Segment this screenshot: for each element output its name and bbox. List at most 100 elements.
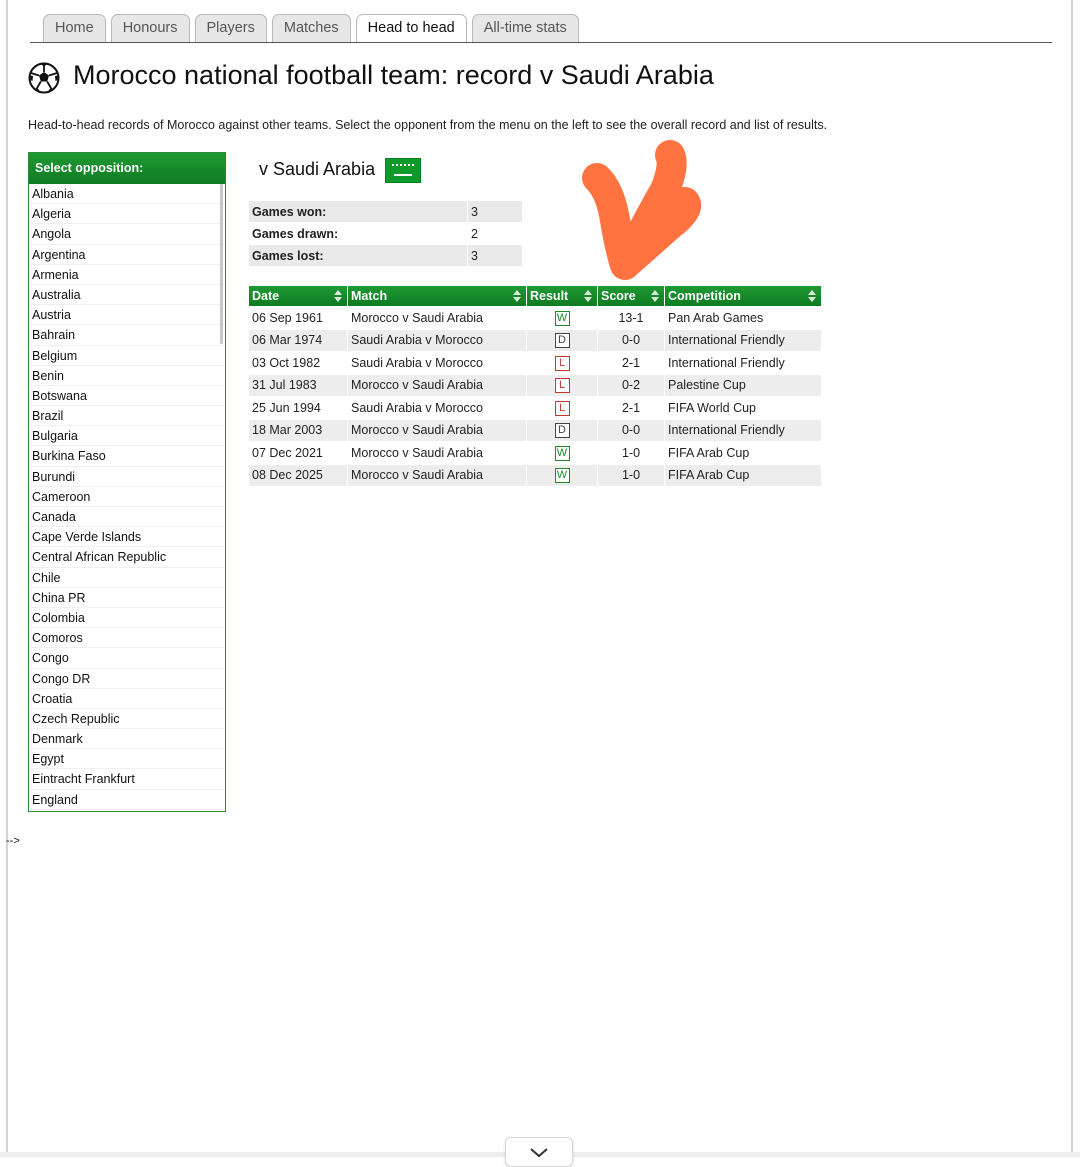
score-cell: 2-1 [621, 355, 641, 370]
sidebar-item[interactable]: Colombia [29, 608, 225, 629]
results-table: Date Match Result Score Competition 06 S… [248, 285, 822, 487]
hand-drawn-checkmark-icon [582, 140, 701, 280]
match-cell: Morocco v Saudi Arabia [351, 445, 484, 460]
sidebar-item[interactable]: Albania [29, 184, 225, 205]
sort-icon [513, 290, 521, 302]
tab-head-to-head[interactable]: Head to head [355, 14, 467, 43]
page-border-right [1071, 0, 1073, 1157]
result-badge: L [554, 355, 570, 371]
result-cell: L [527, 397, 597, 419]
header-label: Result [530, 289, 569, 303]
tab-all-time-stats[interactable]: All-time stats [471, 14, 579, 42]
match-cell: Morocco v Saudi Arabia [348, 374, 526, 396]
sidebar-item[interactable]: Cape Verde Islands [29, 527, 225, 548]
match-cell: Morocco v Saudi Arabia [348, 464, 526, 486]
result-cell: D [527, 419, 597, 441]
result-badge: W [554, 310, 570, 326]
sort-icon [584, 290, 592, 302]
page-title: Morocco national football team: record v… [73, 60, 714, 90]
tab-matches[interactable]: Matches [271, 14, 351, 42]
sidebar-item[interactable]: China PR [29, 588, 225, 608]
sidebar-item[interactable]: Croatia [29, 689, 225, 709]
sidebar-item[interactable]: Bahrain [29, 325, 225, 346]
competition-cell: FIFA Arab Cup [665, 464, 821, 486]
sidebar-item[interactable]: Algeria [29, 204, 225, 225]
tab-honours[interactable]: Honours [110, 14, 190, 42]
sidebar-item[interactable]: Central African Republic [29, 547, 225, 568]
sidebar-item[interactable]: Belgium [29, 346, 225, 366]
table-row: 06 Mar 1974 Saudi Arabia v Morocco D 0-0 Int… [249, 329, 821, 351]
sidebar-item[interactable]: Congo DR [29, 669, 225, 689]
sidebar-item[interactable]: Cameroon [29, 487, 225, 507]
sidebar-item[interactable]: Eintracht Frankfurt [29, 769, 225, 790]
result-cell: W [527, 442, 597, 464]
sidebar-item[interactable]: Armenia [29, 265, 225, 285]
tab-home[interactable]: Home [43, 14, 106, 42]
result-badge: D [554, 423, 570, 439]
summary-label: Games lost: [249, 245, 467, 266]
result-cell: W [527, 464, 597, 486]
header-label: Score [601, 289, 636, 303]
scroll-down-button[interactable] [505, 1137, 573, 1167]
result-badge: L [554, 378, 570, 394]
sidebar-item[interactable]: Burundi [29, 467, 225, 487]
sidebar-item[interactable]: Angola [29, 224, 225, 245]
column-header-match[interactable]: Match [348, 286, 526, 306]
match-cell: Saudi Arabia v Morocco [351, 400, 484, 415]
score-cell: 0-2 [598, 374, 664, 396]
sidebar-item[interactable]: England [29, 790, 225, 810]
sidebar-item[interactable]: Botswana [29, 386, 225, 407]
results-body: 06 Sep 1961 Morocco v Saudi Arabia W 13-1 Pa… [249, 307, 821, 486]
opposition-sidebar: Select opposition: Albania Algeria Angola A… [28, 152, 226, 812]
match-cell: Saudi Arabia v Morocco [351, 355, 484, 370]
sidebar-item[interactable]: Bulgaria [29, 426, 225, 447]
match-cell: Saudi Arabia v Morocco [348, 329, 526, 351]
sort-icon [334, 290, 342, 302]
sidebar-item[interactable]: Egypt [29, 749, 225, 770]
page-border-left [6, 0, 8, 1157]
saudi-arabia-flag-icon [385, 158, 421, 183]
summary-label: Games drawn: [252, 226, 339, 241]
competition-cell: FIFA World Cup [668, 400, 756, 415]
sidebar-scrollbar[interactable] [220, 184, 223, 344]
summary-value: 3 [468, 245, 522, 266]
date-cell: 06 Mar 1974 [249, 329, 347, 351]
tab-players[interactable]: Players [194, 14, 267, 42]
date-cell: 31 Jul 1983 [249, 374, 347, 396]
competition-cell: International Friendly [665, 419, 821, 441]
nav-tabs: Home Honours Players Matches Head to hea… [43, 14, 579, 43]
sidebar-item[interactable]: Burkina Faso [29, 446, 225, 467]
date-cell: 25 Jun 1994 [252, 400, 321, 415]
sort-icon [808, 290, 816, 302]
sidebar-item[interactable]: Brazil [29, 406, 225, 427]
header-label: Date [252, 289, 280, 303]
match-cell: Morocco v Saudi Arabia [348, 419, 526, 441]
summary-value: 2 [471, 226, 478, 241]
result-cell: D [527, 329, 597, 351]
flag-script-mark [392, 164, 414, 172]
football-icon [28, 62, 60, 94]
date-cell: 08 Dec 2025 [249, 464, 347, 486]
sidebar-item[interactable]: Argentina [29, 245, 225, 265]
date-cell: 06 Sep 1961 [252, 310, 323, 325]
sidebar-item[interactable]: Benin [29, 366, 225, 386]
date-cell: 07 Dec 2021 [252, 445, 323, 460]
column-header-date[interactable]: Date [249, 286, 347, 306]
sidebar-item[interactable]: Denmark [29, 729, 225, 750]
sidebar-item[interactable]: Canada [29, 507, 225, 528]
competition-cell: Pan Arab Games [668, 310, 764, 325]
flag-sword-mark [394, 174, 412, 176]
sidebar-item[interactable]: Chile [29, 568, 225, 588]
table-row: 31 Jul 1983 Morocco v Saudi Arabia L 0-2 Pal… [249, 374, 821, 396]
opponent-title: v Saudi Arabia [259, 159, 376, 179]
sidebar-item[interactable]: Congo [29, 648, 225, 669]
opposition-list[interactable]: Albania Algeria Angola Argentina Armenia Aust… [29, 184, 225, 811]
competition-cell: Palestine Cup [665, 374, 821, 396]
sidebar-item[interactable]: Austria [29, 305, 225, 326]
sidebar-item[interactable]: Australia [29, 285, 225, 306]
score-cell: 2-1 [621, 400, 641, 415]
score-cell: 0-0 [598, 329, 664, 351]
result-badge: W [554, 445, 570, 461]
sidebar-item[interactable]: Comoros [29, 628, 225, 649]
sidebar-item[interactable]: Czech Republic [29, 709, 225, 730]
